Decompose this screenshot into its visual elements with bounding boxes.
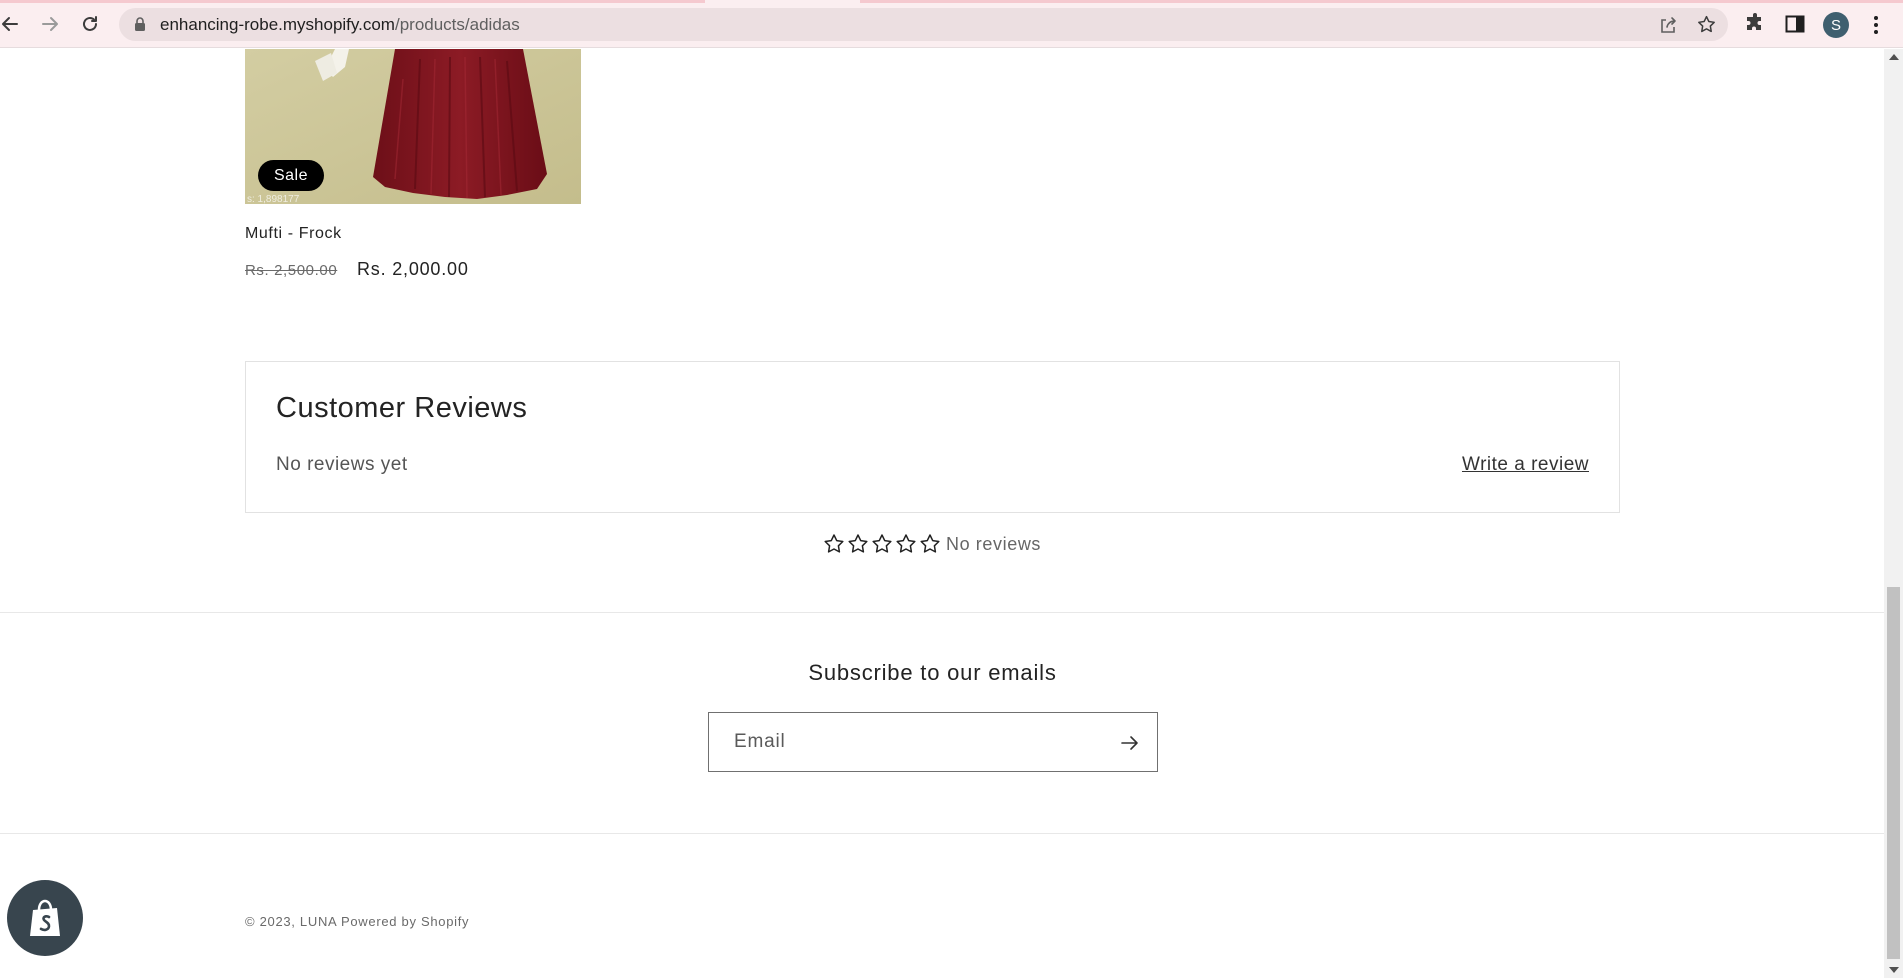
reviews-heading: Customer Reviews [276,392,528,424]
bookmark-star-icon[interactable] [1696,14,1717,35]
image-watermark: s: 1,898177 [247,194,300,204]
rating-summary-text: No reviews [946,533,1042,554]
shopify-bag-icon[interactable] [7,880,83,956]
star-empty-icon [872,534,892,553]
back-icon[interactable] [0,10,24,38]
newsletter-form [708,712,1158,772]
star-empty-icon [896,534,916,553]
star-empty-icon [848,534,868,553]
loading-bar [860,0,1903,3]
url-domain: enhancing-robe.myshopify.com [160,15,395,34]
browser-toolbar: enhancing-robe.myshopify.com/products/ad… [0,0,1903,48]
more-menu-icon[interactable] [1868,12,1884,38]
loading-bar [0,0,705,3]
star-empty-icon [920,534,940,553]
scrollbar-thumb[interactable] [1887,587,1900,959]
scroll-up-icon[interactable] [1889,54,1899,60]
arrow-right-icon[interactable] [1119,732,1141,754]
page-scrollbar[interactable] [1884,49,1903,978]
scroll-down-icon[interactable] [1889,967,1899,973]
reviews-empty-text: No reviews yet [276,454,408,475]
email-input[interactable] [709,713,1099,771]
reload-icon[interactable] [76,10,104,38]
price-original: Rs. 2,500.00 [245,262,338,279]
price-sale: Rs. 2,000.00 [357,259,469,279]
forward-icon[interactable] [36,10,64,38]
share-icon[interactable] [1658,15,1678,35]
section-divider [0,612,1884,613]
write-review-link[interactable]: Write a review [1462,454,1589,476]
address-bar[interactable]: enhancing-robe.myshopify.com/products/ad… [119,8,1728,41]
url-path: /products/adidas [394,15,520,34]
lock-icon [135,17,145,31]
star-empty-icon [824,534,844,553]
rating-summary[interactable]: No reviews [822,532,1041,556]
newsletter-heading: Subscribe to our emails [808,660,1057,685]
side-panel-icon[interactable] [1783,12,1807,36]
sale-badge: Sale [258,160,324,191]
footer-copyright: © 2023, LUNA Powered by Shopify [245,914,470,929]
url-text[interactable]: enhancing-robe.myshopify.com/products/ad… [160,15,520,35]
product-title[interactable]: Mufti - Frock [245,225,342,243]
profile-avatar[interactable]: S [1823,12,1849,38]
footer-divider [0,833,1884,834]
extensions-icon[interactable] [1743,12,1767,36]
reviews-widget: Customer Reviews No reviews yet Write a … [245,361,1620,513]
